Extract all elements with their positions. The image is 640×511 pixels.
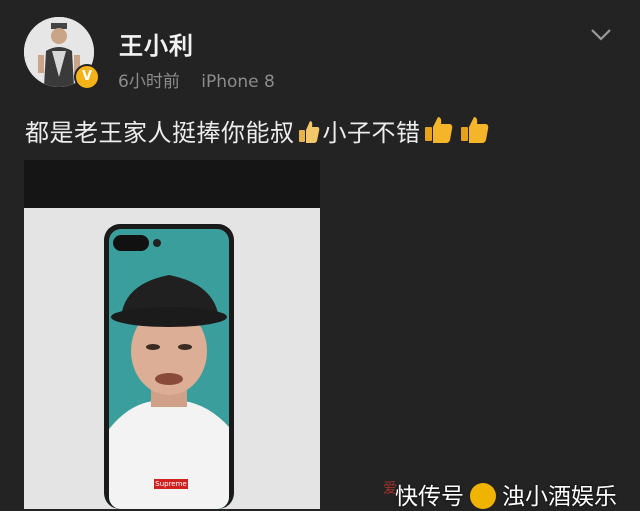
chevron-down-icon[interactable] [590, 28, 612, 42]
post-text: 都是老王家人挺捧你能叔 小子不错 [25, 113, 493, 148]
watermark-text-left: 快传号 [395, 484, 464, 510]
camera-flash [153, 239, 161, 247]
phone-case: Supreme [104, 224, 234, 509]
thumbs-up-icon [298, 121, 319, 143]
watermark: 快传号 浊小酒娱乐 [395, 477, 617, 511]
thumbs-up-icon [424, 117, 452, 143]
username[interactable]: 王小利 [119, 26, 194, 61]
cartoon-portrait [109, 275, 229, 509]
post-text-part2: 小子不错 [322, 119, 421, 147]
post-meta: 6小时前 iPhone 8 [118, 67, 275, 92]
phone-case-artwork: Supreme [109, 229, 229, 509]
thumbs-up-icon [460, 117, 488, 143]
watermark-text-right: 浊小酒娱乐 [502, 484, 617, 510]
phone-case-label: Supreme [154, 479, 188, 489]
post-device: iPhone 8 [201, 72, 275, 92]
verified-badge: V [74, 64, 100, 90]
post-time: 6小时前 [118, 72, 180, 92]
post-image[interactable]: Supreme [24, 160, 320, 509]
camera-module [113, 235, 149, 251]
watermark-logo-icon [470, 483, 496, 509]
post-text-part1: 都是老王家人挺捧你能叔 [25, 119, 295, 147]
image-background: Supreme [24, 208, 320, 509]
